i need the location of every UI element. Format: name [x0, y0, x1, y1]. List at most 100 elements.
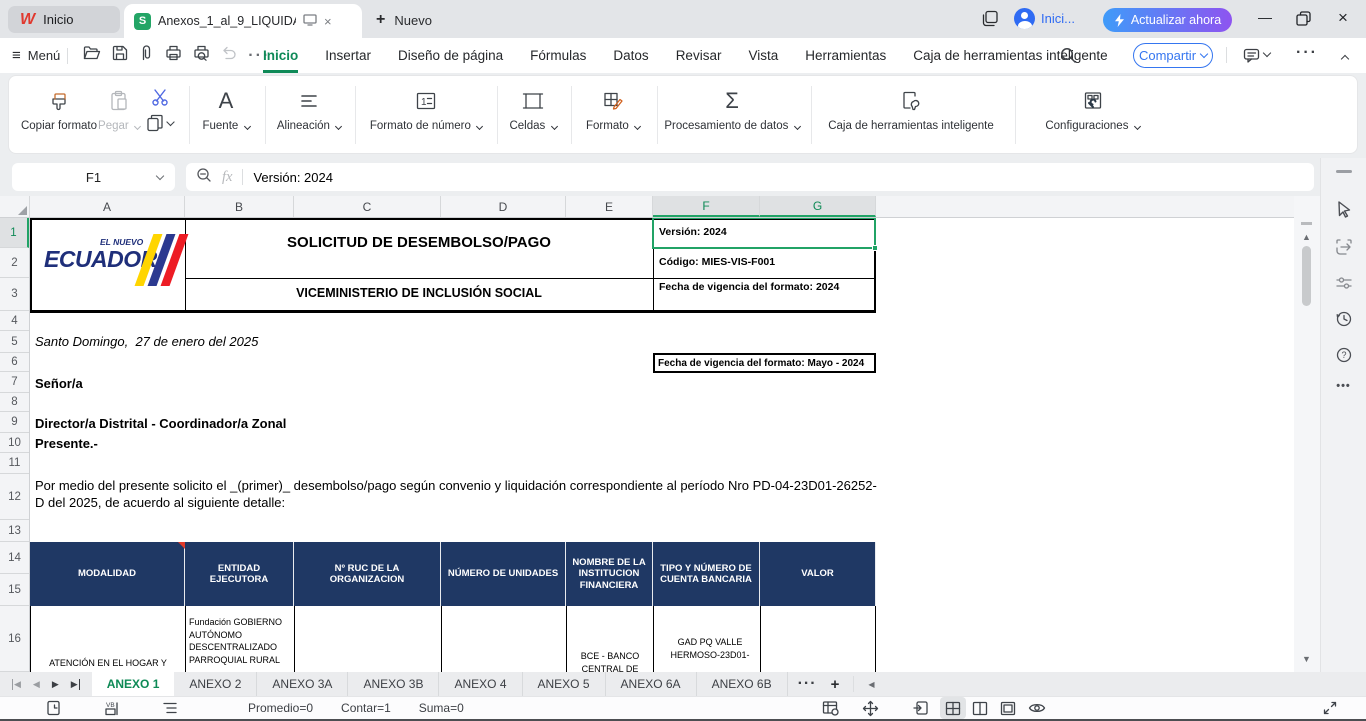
number-format-menu[interactable]: 1 Formato de número [355, 76, 497, 153]
menu-item-herramientas[interactable]: Herramientas [805, 38, 886, 73]
pan-mode-icon[interactable] [862, 697, 879, 719]
history-icon[interactable] [1335, 310, 1353, 333]
grid-view-icon[interactable] [940, 697, 966, 719]
sheet-tab-anexo-6b[interactable]: ANEXO 6B [697, 672, 788, 696]
menu-item-datos[interactable]: Datos [613, 38, 648, 73]
open-file-icon[interactable] [83, 45, 101, 66]
save-icon[interactable] [112, 45, 128, 66]
comment-icon[interactable] [1243, 48, 1260, 68]
comment-chevron-icon[interactable] [1263, 49, 1271, 57]
fullscreen-icon[interactable] [1322, 697, 1338, 719]
vertical-scroll-thumb[interactable] [1302, 246, 1311, 306]
hamburger-menu-icon[interactable]: ≡ [12, 47, 21, 64]
select-all-corner[interactable] [0, 196, 30, 218]
data-processing-menu[interactable]: Σ Procesamiento de datos [657, 76, 807, 153]
hscroll-left-icon[interactable]: ◀ [868, 680, 874, 689]
menu-item-dise-o-de-p-gina[interactable]: Diseño de página [398, 38, 503, 73]
settings-menu[interactable]: Configuraciones [1015, 76, 1170, 153]
row-header-14[interactable]: 14 [0, 542, 29, 574]
copy-format-button[interactable]: Copiar formato [15, 76, 103, 153]
page-break-view-icon[interactable] [972, 697, 988, 719]
split-handle[interactable] [1301, 222, 1312, 225]
column-header-A[interactable]: A [30, 196, 185, 217]
restore-button[interactable] [1296, 11, 1311, 31]
cell-name-box[interactable]: F1 [12, 163, 175, 191]
present-on-screen-icon[interactable] [303, 14, 317, 29]
sheet-tab-anexo-6a[interactable]: ANEXO 6A [606, 672, 697, 696]
row-header-6[interactable]: 6 [0, 353, 29, 372]
font-menu[interactable]: A Fuente [191, 76, 261, 153]
menu-item-inicio[interactable]: Inicio [263, 38, 298, 73]
row-header-11[interactable]: 11 [0, 453, 29, 474]
row-header-5[interactable]: 5 [0, 331, 29, 353]
menu-item-insertar[interactable]: Insertar [325, 38, 371, 73]
row-header-15[interactable]: 15 [0, 574, 29, 606]
column-header-C[interactable]: C [294, 196, 441, 217]
row-header-10[interactable]: 10 [0, 433, 29, 453]
print-icon[interactable] [165, 45, 182, 66]
undo-icon[interactable] [221, 46, 237, 66]
menu-item-f-rmulas[interactable]: Fórmulas [530, 38, 586, 73]
first-sheet-icon[interactable]: ◀ [12, 679, 21, 690]
vertical-scrollbar[interactable]: ▲ ▼ [1294, 196, 1320, 672]
alignment-menu[interactable]: Alineación [265, 76, 353, 153]
sheet-tab-anexo-2[interactable]: ANEXO 2 [174, 672, 257, 696]
minimize-button[interactable]: — [1258, 9, 1272, 25]
row-header-13[interactable]: 13 [0, 520, 29, 542]
share-button[interactable]: Compartir [1133, 43, 1213, 68]
cursor-select-icon[interactable] [1335, 200, 1353, 223]
new-document-button[interactable]: + Nuevo [376, 8, 432, 32]
export-pdf-icon[interactable] [139, 45, 154, 66]
column-header-B[interactable]: B [185, 196, 294, 217]
row-header-8[interactable]: 8 [0, 393, 29, 412]
column-header-E[interactable]: E [566, 196, 653, 217]
print-preview-icon[interactable] [193, 45, 210, 66]
normal-view-icon[interactable] [912, 697, 929, 719]
column-header-G[interactable]: G [760, 196, 876, 217]
close-window-button[interactable]: × [1338, 8, 1348, 28]
menu-item-revisar[interactable]: Revisar [676, 38, 722, 73]
sheet-tab-anexo-3b[interactable]: ANEXO 3B [348, 672, 439, 696]
adjust-settings-icon[interactable] [1335, 274, 1353, 297]
cut-icon[interactable] [150, 88, 170, 111]
row-header-1[interactable]: 1 [0, 218, 29, 248]
copy-icon[interactable] [147, 114, 174, 132]
macro-icon[interactable]: VB [104, 697, 121, 719]
more-sheets-icon[interactable]: ··· [798, 675, 817, 693]
cells-menu[interactable]: Celdas [497, 76, 569, 153]
scroll-down-icon[interactable]: ▼ [1302, 654, 1311, 664]
cells-area[interactable]: EL NUEVO ECUADOR SOLICITUD DE DESEMBOLSO… [30, 218, 1294, 672]
menu-item-caja-de-herramientas-inteligente[interactable]: Caja de herramientas inteligente [913, 38, 1107, 73]
row-header-7[interactable]: 7 [0, 372, 29, 393]
tab-manager-icon[interactable] [982, 10, 999, 32]
add-sheet-icon[interactable]: + [831, 676, 840, 693]
sidebar-more-icon[interactable]: ••• [1336, 380, 1351, 392]
outline-icon[interactable] [162, 697, 178, 719]
row-header-12[interactable]: 12 [0, 474, 29, 520]
collapse-ribbon-icon[interactable] [1341, 55, 1349, 63]
page-layout-view-icon[interactable] [1000, 697, 1016, 719]
row-header-9[interactable]: 9 [0, 412, 29, 433]
sheet-tab-anexo-4[interactable]: ANEXO 4 [439, 672, 522, 696]
selected-cell-F1[interactable] [652, 218, 876, 249]
account-login[interactable]: Inici... [1014, 8, 1075, 29]
format-menu[interactable]: Formato [571, 76, 655, 153]
help-icon[interactable]: ? [1335, 346, 1353, 369]
smart-toolbox-button[interactable]: Caja de herramientas inteligente [811, 76, 1011, 153]
scroll-up-icon[interactable]: ▲ [1302, 232, 1311, 242]
home-tab[interactable]: W Inicio [8, 6, 120, 33]
row-header-16[interactable]: 16 [0, 606, 29, 672]
row-header-2[interactable]: 2 [0, 248, 29, 278]
search-icon[interactable] [1060, 47, 1077, 69]
reading-mode-icon[interactable] [1028, 697, 1046, 719]
cell-mode-icon[interactable] [46, 697, 61, 719]
sheet-tab-anexo-1[interactable]: ANEXO 1 [92, 672, 175, 696]
table-tools-icon[interactable] [822, 697, 840, 719]
update-now-button[interactable]: Actualizar ahora [1103, 8, 1232, 32]
formula-input[interactable]: fx Versión: 2024 [186, 163, 1314, 191]
paste-button[interactable]: Pegar [97, 76, 141, 153]
menu-button[interactable]: Menú [28, 48, 61, 63]
zoom-formula-icon[interactable] [196, 167, 212, 188]
selection-pane-icon[interactable] [1335, 238, 1353, 261]
column-header-D[interactable]: D [441, 196, 566, 217]
